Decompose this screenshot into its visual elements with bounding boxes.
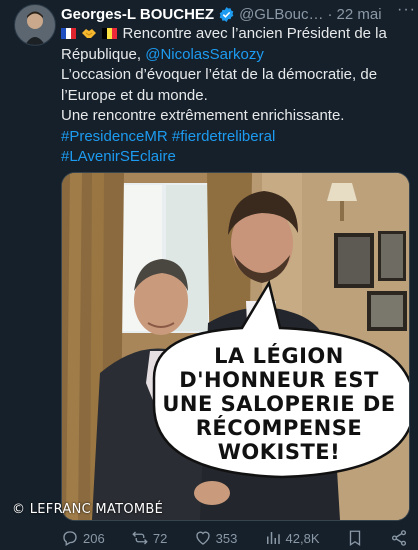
avatar[interactable] [14,4,56,46]
bookmark-icon [349,530,360,547]
reply-count: 206 [83,530,105,546]
more-options-icon[interactable]: ··· [397,1,416,19]
tweet-line-3: L’occasion d’évoquer l’état de la démocr… [61,66,378,83]
tweet-line-4: l’Europe et du monde. [61,86,208,104]
hashtag-link[interactable]: #PresidenceMR [61,128,168,145]
reply-icon [63,531,77,546]
flag-france-icon [61,25,76,39]
tweet-date[interactable]: 22 mai [337,6,382,23]
bubble-line: UNE SALOPERIE DE [162,392,396,416]
heart-icon [195,531,210,545]
tweet-line-2: République, [61,45,146,63]
tweet-line-1: Rencontre avec l’ancien Président de la [122,25,387,42]
author-handle[interactable]: @GLBouc… [239,6,323,23]
bubble-line: RÉCOMPENSE [195,416,363,440]
action-bar: 206 72 353 42,8K [61,528,408,548]
views-count: 42,8K [285,530,320,546]
author-name[interactable]: Georges-L BOUCHEZ [61,6,214,23]
share-button[interactable] [390,529,408,547]
tweet-header: Georges-L BOUCHEZ @GLBouc… · 22 mai [61,3,410,25]
speech-bubble-text: LA LÉGION D'HONNEUR EST UNE SALOPERIE DE… [150,344,408,464]
bubble-line: D'HONNEUR EST [179,368,379,392]
tweet-line-5: Une rencontre extrêmement enrichissante. [61,107,345,124]
handshake-icon [81,25,97,38]
bubble-line: LA LÉGION [214,344,344,368]
repost-count: 72 [152,530,168,546]
flag-belgium-icon [102,25,118,39]
views-button[interactable]: 42,8K [264,529,320,547]
views-icon [266,532,280,544]
repost-button[interactable]: 72 [131,529,167,547]
separator-dot: · [327,5,333,23]
like-count: 353 [215,530,238,546]
share-icon [391,530,407,546]
mention-link[interactable]: @NicolasSarkozy [145,46,264,63]
tweet-text: Rencontre avec l’ancien Président de la … [61,24,412,168]
bookmark-button[interactable] [346,529,364,547]
like-button[interactable]: 353 [194,529,238,547]
bubble-line: WOKISTE! [217,440,341,464]
hashtag-link[interactable]: #fierdetreliberal [172,128,275,145]
verified-badge-icon [218,6,235,23]
copyright-credit: © LEFRANC MATOMBÉ [12,502,164,517]
hashtag-link[interactable]: #LAvenirSEclaire [61,148,176,165]
reply-button[interactable]: 206 [61,529,105,547]
repost-icon [132,531,148,545]
